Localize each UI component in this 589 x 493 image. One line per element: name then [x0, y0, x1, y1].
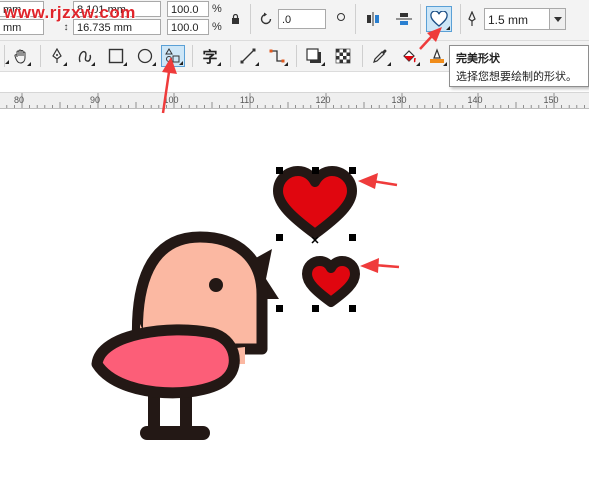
ruler-label: 110 — [240, 95, 254, 105]
outline-width-value: 1.5 mm — [488, 13, 529, 27]
mirror-vertical-icon[interactable] — [395, 10, 413, 28]
separator — [230, 45, 231, 67]
drop-shadow-icon — [306, 48, 321, 63]
ruler-label: 120 — [315, 95, 330, 105]
pan-tool-button[interactable] — [10, 45, 32, 67]
line-icon — [240, 48, 256, 64]
small-heart-shape[interactable] — [302, 256, 360, 307]
selection-handle-bl — [276, 305, 283, 312]
outline-pen-icon — [464, 10, 480, 28]
scale-width-value: 100.0 — [171, 4, 199, 16]
tooltip-description: 选择您想要绘制的形状。 — [456, 71, 577, 83]
eyedropper-icon — [373, 49, 387, 63]
rotation-icon — [257, 10, 275, 28]
selection-handle-bm — [312, 305, 319, 312]
smart-fill-icon — [430, 48, 444, 63]
freehand-icon — [78, 50, 92, 63]
ruler-ticks: 80 90 100 110 120 130 140 150 — [6, 93, 585, 108]
ruler-label: 130 — [391, 95, 406, 105]
transparency-icon — [335, 48, 351, 64]
scale-height-percent: % — [212, 21, 222, 33]
degree-icon — [337, 13, 345, 21]
separator — [460, 4, 461, 34]
drawing-canvas[interactable] — [0, 109, 589, 493]
separator — [192, 45, 193, 67]
separator — [420, 4, 421, 34]
rectangle-icon — [108, 48, 124, 64]
fill-tool-button[interactable] — [397, 45, 421, 67]
scale-width-percent: % — [212, 3, 222, 15]
rotation-angle-field[interactable]: .0 — [278, 9, 326, 29]
outline-width-field[interactable]: 1.5 mm — [484, 8, 550, 30]
ruler-label: 90 — [90, 95, 100, 105]
drop-shadow-tool-button[interactable] — [302, 45, 326, 67]
perfect-shape-tool-button[interactable] — [161, 45, 185, 67]
large-heart-shape[interactable] — [273, 166, 357, 239]
pen-tool-button[interactable] — [46, 45, 68, 67]
separator — [40, 45, 41, 67]
ruler-label: 100 — [163, 95, 178, 105]
horizontal-ruler[interactable]: 80 90 100 110 120 130 140 150 — [0, 92, 589, 109]
freehand-tool-button[interactable] — [74, 45, 96, 67]
ruler-label: 80 — [14, 95, 24, 105]
pan-icon — [14, 49, 26, 64]
separator — [362, 45, 363, 67]
text-icon: 字 — [202, 48, 218, 66]
bird-wing — [91, 324, 240, 399]
connector-tool-button[interactable] — [265, 45, 289, 67]
transparency-tool-button[interactable] — [331, 45, 355, 67]
ruler-label: 150 — [543, 95, 558, 105]
lock-ratio-icon[interactable] — [229, 12, 241, 26]
ruler-label: 140 — [467, 95, 482, 105]
selection-handle-br — [349, 305, 356, 312]
mirror-horizontal-icon[interactable] — [364, 10, 382, 28]
outline-width-dropdown[interactable] — [549, 8, 566, 30]
selection-handle-tr — [349, 167, 356, 174]
selection-handle-tl — [276, 167, 283, 174]
ellipse-icon — [137, 48, 153, 64]
y-unit-text: mm — [3, 22, 22, 34]
separator — [250, 4, 251, 34]
separator — [355, 4, 356, 34]
bird-drawing[interactable] — [91, 231, 279, 440]
heart-shape-icon — [430, 11, 448, 27]
object-height-value: 16.735 mm — [77, 22, 133, 34]
tooltip-title: 完美形状 — [456, 53, 500, 65]
rotation-angle-value: .0 — [282, 14, 292, 26]
perfect-shape-icon — [165, 48, 180, 63]
canvas-artwork — [91, 166, 400, 440]
selection-handle-tm — [312, 167, 319, 174]
scale-height-field[interactable]: 100.0 — [167, 19, 209, 35]
separator — [4, 45, 5, 67]
smart-fill-tool-button[interactable] — [426, 45, 448, 67]
connector-icon — [269, 49, 285, 63]
ellipse-tool-button[interactable] — [133, 45, 157, 67]
eyedropper-tool-button[interactable] — [368, 45, 392, 67]
scale-width-field[interactable]: 100.0 — [167, 1, 209, 17]
annotation-arrows — [358, 173, 400, 273]
watermark-text: www.rjzxw.com — [4, 3, 136, 22]
bird-feet — [140, 426, 210, 440]
line-tool-button[interactable] — [236, 45, 260, 67]
pen-icon — [52, 48, 62, 63]
text-tool-button[interactable]: 字 — [198, 45, 222, 67]
perfect-shape-picker-button[interactable] — [426, 6, 452, 32]
chevron-down-icon — [553, 16, 562, 22]
perfect-shape-tooltip: 完美形状 选择您想要绘制的形状。 — [449, 45, 589, 87]
fill-icon — [403, 50, 416, 63]
separator — [296, 45, 297, 67]
scale-height-value: 100.0 — [171, 22, 199, 34]
selection-handle-mr — [349, 234, 356, 241]
rectangle-tool-button[interactable] — [104, 45, 128, 67]
bird-eye — [209, 278, 223, 292]
selection-handle-ml — [276, 234, 283, 241]
